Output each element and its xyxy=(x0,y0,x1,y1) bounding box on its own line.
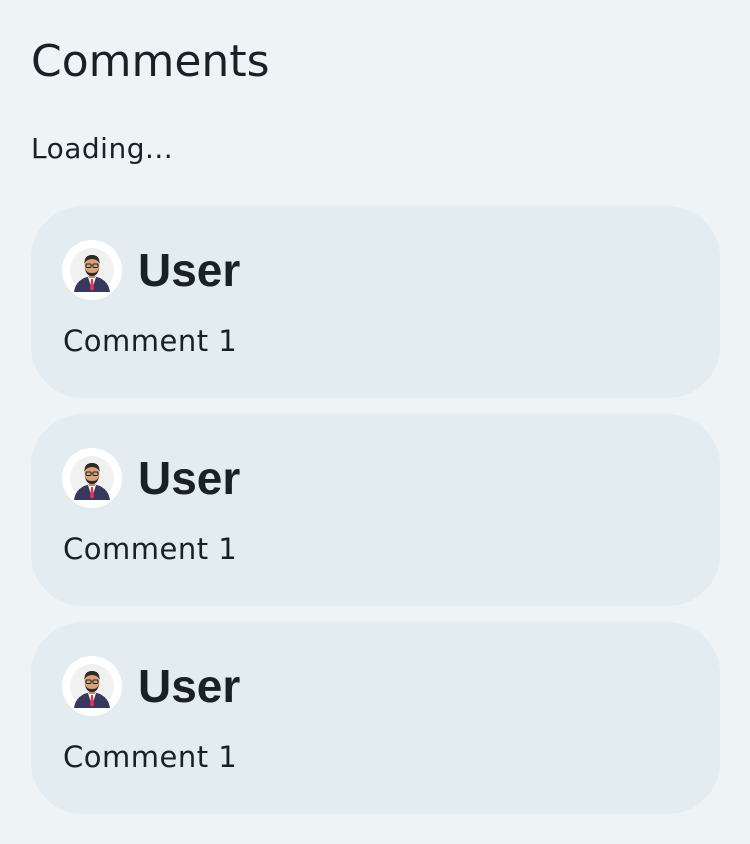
comment-text: Comment 1 xyxy=(63,740,238,774)
comment-list: User Comment 1 User Comment 1 User Comme… xyxy=(31,206,720,830)
user-avatar-icon[interactable] xyxy=(62,240,122,300)
page-title: Comments xyxy=(31,36,270,87)
comment-username[interactable]: User xyxy=(138,452,240,504)
comment-username[interactable]: User xyxy=(138,244,240,296)
comment-text: Comment 1 xyxy=(63,532,238,566)
loading-status: Loading... xyxy=(31,132,174,165)
comment-text: Comment 1 xyxy=(63,324,238,358)
comment-card[interactable]: User Comment 1 xyxy=(31,622,720,814)
comment-username[interactable]: User xyxy=(138,660,240,712)
comment-card[interactable]: User Comment 1 xyxy=(31,414,720,606)
comment-card[interactable]: User Comment 1 xyxy=(31,206,720,398)
user-avatar-icon[interactable] xyxy=(62,448,122,508)
user-avatar-icon[interactable] xyxy=(62,656,122,716)
